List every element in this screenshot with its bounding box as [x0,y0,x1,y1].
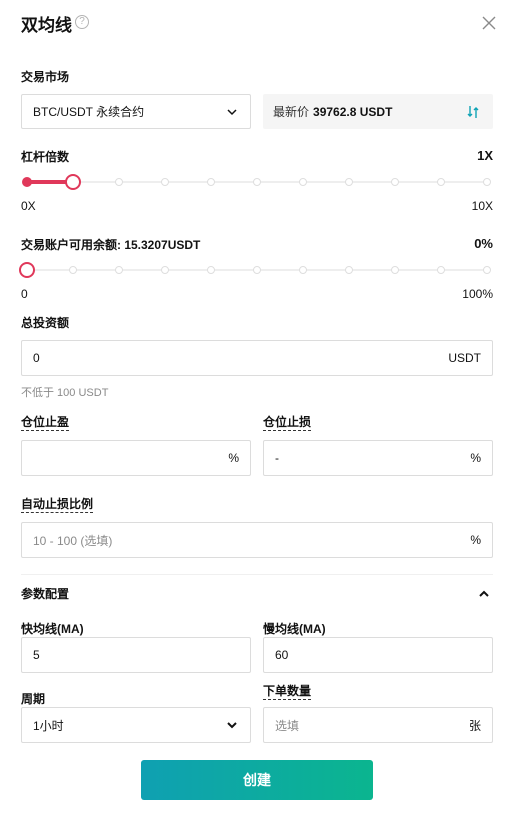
chevron-down-icon [226,106,238,118]
balance-label: 交易账户可用余额: 15.3207USDT [21,238,201,252]
investment-value: 0 [33,351,40,365]
order-qty-unit: 张 [468,718,481,733]
auto-stop-input[interactable]: 10 - 100 (选填) % [21,522,493,558]
order-qty-placeholder: 选填 [275,718,300,733]
leverage-slider[interactable] [21,173,493,191]
take-profit-unit: % [228,451,239,465]
stop-loss-unit: % [470,451,481,465]
balance-step-dot[interactable] [207,266,215,274]
chevron-up-icon[interactable] [477,587,491,601]
leverage-step-dot[interactable] [253,178,261,186]
take-profit-input[interactable]: % [21,440,251,476]
market-label: 交易市场 [21,70,70,84]
take-profit-label[interactable]: 仓位止盈 [21,415,70,431]
stop-loss-label[interactable]: 仓位止损 [263,415,312,431]
balance-step-dot[interactable] [253,266,261,274]
latest-price-box: 最新价 39762.8 USDT [263,94,493,129]
investment-label: 总投资额 [21,316,70,330]
leverage-step-dot[interactable] [345,178,353,186]
latest-price-value: 39762.8 USDT [313,104,393,119]
slow-ma-input[interactable]: 60 [263,637,493,673]
leverage-step-dot[interactable] [299,178,307,186]
balance-step-dot[interactable] [115,266,123,274]
balance-percent: 0% [474,236,493,251]
chevron-down-icon [226,719,238,731]
balance-slider[interactable] [19,261,493,279]
leverage-step-dot[interactable] [437,178,445,186]
leverage-step-dot[interactable] [391,178,399,186]
leverage-step-dot[interactable] [161,178,169,186]
balance-step-dot[interactable] [69,266,77,274]
order-qty-label[interactable]: 下单数量 [263,684,312,700]
leverage-value: 1X [477,148,493,163]
stop-loss-value: - [275,451,279,465]
leverage-label: 杠杆倍数 [21,150,70,164]
fast-ma-value: 5 [33,648,40,662]
fast-ma-input[interactable]: 5 [21,637,251,673]
fast-ma-label: 快均线(MA) [21,622,84,636]
balance-min-label: 0 [21,287,28,301]
auto-stop-label[interactable]: 自动止损比例 [21,497,94,513]
slow-ma-value: 60 [275,648,289,662]
market-select[interactable]: BTC/USDT 永续合约 [21,94,251,129]
leverage-max-label: 10X [471,199,493,213]
investment-unit: USDT [448,351,481,365]
leverage-min-label: 0X [21,199,36,213]
period-select-value: 1小时 [33,718,64,733]
balance-step-dot[interactable] [299,266,307,274]
leverage-slider-thumb[interactable] [65,174,81,190]
auto-stop-placeholder: 10 - 100 (选填) [33,533,113,548]
investment-hint: 不低于 100 USDT [21,387,109,399]
balance-max-label: 100% [462,287,493,301]
balance-step-dot[interactable] [161,266,169,274]
close-icon[interactable] [480,14,498,32]
period-label: 周期 [21,692,46,706]
leverage-step-dot[interactable] [22,177,32,187]
investment-input[interactable]: 0 USDT [21,340,493,376]
balance-slider-thumb[interactable] [19,262,35,278]
leverage-step-dot[interactable] [115,178,123,186]
slow-ma-label: 慢均线(MA) [263,622,326,636]
balance-step-dot[interactable] [483,266,491,274]
swap-icon[interactable] [465,104,481,120]
period-select[interactable]: 1小时 [21,707,251,743]
order-qty-input[interactable]: 选填 张 [263,707,493,743]
stop-loss-input[interactable]: - % [263,440,493,476]
leverage-step-dot[interactable] [207,178,215,186]
balance-step-dot[interactable] [437,266,445,274]
help-icon[interactable]: ? [75,15,89,29]
params-section-label: 参数配置 [21,587,70,601]
page-title: 双均线 [21,16,72,35]
leverage-step-dot[interactable] [483,178,491,186]
auto-stop-unit: % [470,533,481,547]
market-select-value: BTC/USDT 永续合约 [33,105,145,119]
latest-price-label: 最新价 [273,105,310,119]
balance-step-dot[interactable] [345,266,353,274]
balance-step-dot[interactable] [391,266,399,274]
create-button[interactable]: 创建 [141,760,373,800]
section-divider [21,574,493,575]
